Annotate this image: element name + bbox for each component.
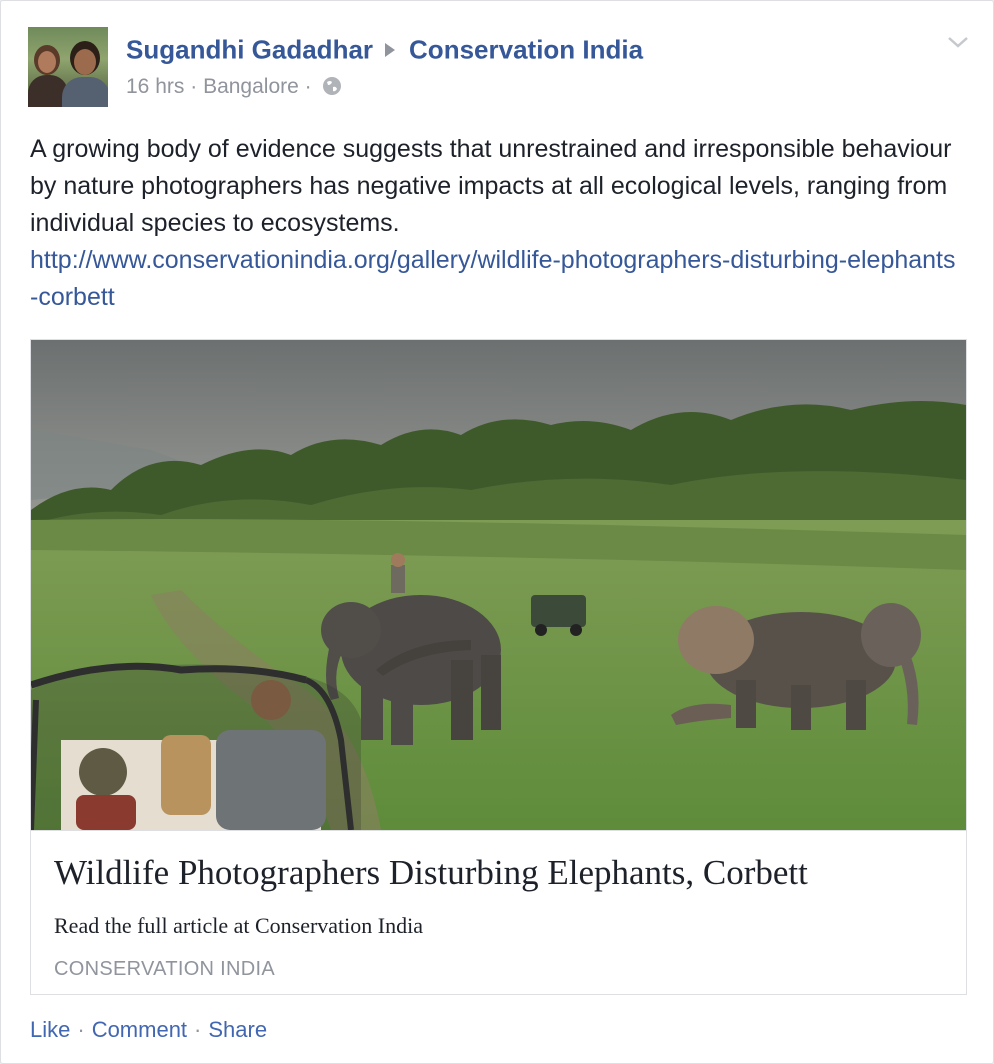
like-button[interactable]: Like <box>30 1017 70 1042</box>
post-body: A growing body of evidence suggests that… <box>30 135 952 237</box>
attachment-photo[interactable] <box>31 340 966 830</box>
post-actions: Like · Comment · Share <box>30 1017 268 1042</box>
comment-button[interactable]: Comment <box>92 1017 187 1042</box>
post-meta: 16 hrs · Bangalore · <box>126 75 342 99</box>
link-attachment[interactable]: Wildlife Photographers Disturbing Elepha… <box>30 339 967 995</box>
attachment-caption[interactable]: Wildlife Photographers Disturbing Elepha… <box>31 830 966 995</box>
post-card: Sugandhi Gadadhar Conservation India 16 h… <box>0 0 994 1064</box>
target-page-link[interactable]: Conservation India <box>409 35 643 65</box>
share-button[interactable]: Share <box>208 1017 267 1042</box>
attachment-title[interactable]: Wildlife Photographers Disturbing Elepha… <box>54 853 808 893</box>
post-link[interactable]: http://www.conservationindia.org/gallery… <box>30 242 960 316</box>
attachment-description: Read the full article at Conservation In… <box>54 913 423 938</box>
post-header-names: Sugandhi Gadadhar Conservation India <box>126 33 643 66</box>
attachment-source: CONSERVATION INDIA <box>54 958 275 980</box>
post-timestamp[interactable]: 16 hrs <box>126 75 184 98</box>
avatar[interactable] <box>28 27 108 107</box>
chevron-down-icon[interactable] <box>947 35 969 49</box>
author-link[interactable]: Sugandhi Gadadhar <box>126 35 373 65</box>
shared-to-arrow-icon <box>385 43 396 58</box>
post-location[interactable]: Bangalore <box>203 75 299 98</box>
post-text: A growing body of evidence suggests that… <box>30 131 960 316</box>
globe-icon[interactable] <box>322 76 342 96</box>
